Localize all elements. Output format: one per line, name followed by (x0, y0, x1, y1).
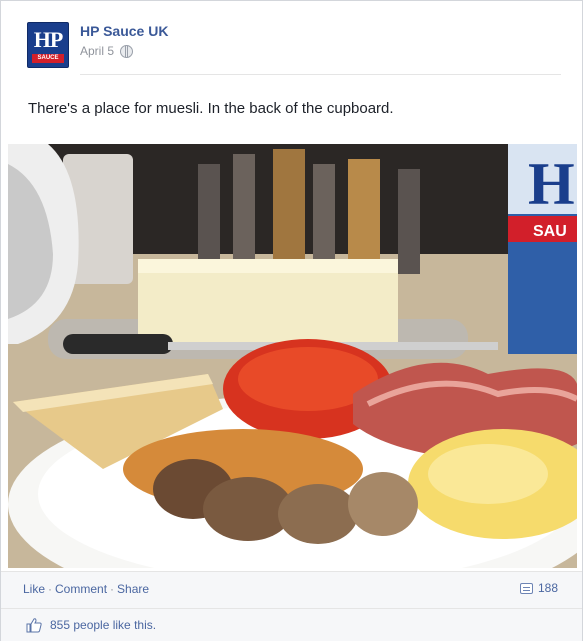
post-photo[interactable]: H SAU (8, 144, 577, 568)
comment-link[interactable]: Comment (55, 582, 107, 596)
share-count-value: 188 (537, 581, 558, 595)
post-text: There's a place for muesli. In the back … (28, 100, 394, 117)
bottle-strip-text: SAU (533, 223, 567, 240)
post-card: HP SAUCE HP Sauce UK April 5 There's a p… (0, 0, 583, 641)
action-links: Like · Comment · Share (23, 582, 149, 596)
header-divider (80, 74, 561, 75)
separator: · (110, 582, 115, 596)
like-link[interactable]: Like (23, 582, 45, 596)
globe-icon[interactable] (120, 44, 134, 58)
breakfast-photo: H SAU (8, 144, 577, 568)
share-count[interactable]: 188 (519, 581, 558, 595)
post-actions-bar: Like · Comment · Share 188 (1, 571, 582, 608)
likes-text: 855 people like this. (50, 618, 157, 632)
thumbs-up-icon (26, 618, 42, 633)
post-meta: April 5 (80, 44, 134, 58)
separator: · (48, 582, 53, 596)
logo-text: HP (33, 27, 64, 52)
share-count-icon (519, 582, 533, 594)
logo-strip-text: SAUCE (32, 54, 64, 63)
post-date[interactable]: April 5 (80, 44, 114, 58)
page-avatar[interactable]: HP SAUCE (27, 22, 69, 68)
likes-bar: 855 people like this. (1, 608, 582, 641)
bottle-label-text: H (528, 151, 575, 217)
likes-row[interactable]: 855 people like this. (26, 617, 156, 633)
share-link[interactable]: Share (117, 582, 149, 596)
page-name-link[interactable]: HP Sauce UK (80, 23, 168, 39)
